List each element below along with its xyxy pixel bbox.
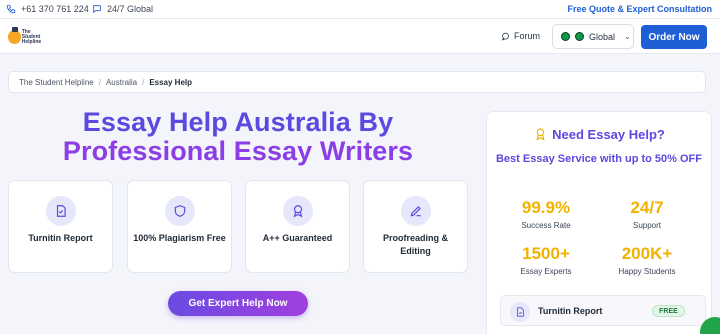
phone-icon bbox=[6, 4, 16, 14]
site-header: The Student Helpline Forum Global ⌄ Orde… bbox=[0, 19, 720, 54]
stat-experts: 1500+ Essay Experts bbox=[496, 244, 596, 276]
turnitin-report-row[interactable]: Turnitin Report FREE bbox=[500, 295, 706, 326]
region-selector[interactable]: Global ⌄ bbox=[552, 24, 634, 49]
site-logo[interactable]: The Student Helpline bbox=[8, 25, 48, 49]
feature-card-plagiarism: 100% Plagiarism Free bbox=[127, 180, 232, 273]
feature-label: Turnitin Report bbox=[28, 233, 93, 243]
support-info: 24/7 Global bbox=[92, 4, 153, 14]
chat-icon bbox=[93, 5, 101, 14]
document-check-icon bbox=[46, 196, 76, 226]
stat-success-rate: 99.9% Success Rate bbox=[496, 198, 596, 230]
stat-value: 200K+ bbox=[621, 244, 673, 263]
feature-label: A++ Guaranteed bbox=[262, 233, 333, 243]
award-icon bbox=[283, 196, 313, 226]
feature-card-guarantee: A++ Guaranteed bbox=[245, 180, 350, 273]
support-label: 24/7 Global bbox=[107, 4, 154, 14]
stat-label: Success Rate bbox=[521, 221, 571, 230]
document-icon bbox=[510, 302, 530, 322]
flag-icon bbox=[561, 32, 570, 41]
panel-heading: Need Essay Help? bbox=[487, 127, 713, 142]
feature-card-turnitin: Turnitin Report bbox=[8, 180, 113, 273]
logo-mark bbox=[8, 27, 21, 44]
stat-value: 24/7 bbox=[630, 198, 664, 217]
forum-link[interactable]: Forum bbox=[501, 31, 540, 41]
breadcrumb-home[interactable]: The Student Helpline bbox=[19, 78, 94, 87]
stat-value: 1500+ bbox=[522, 244, 570, 263]
order-now-button[interactable]: Order Now bbox=[641, 25, 707, 49]
phone-contact[interactable]: +61 370 761 224 bbox=[6, 4, 89, 14]
top-utility-bar: +61 370 761 224 24/7 Global Free Quote &… bbox=[0, 0, 720, 19]
stat-label: Support bbox=[632, 221, 662, 230]
globe-icon bbox=[575, 32, 584, 41]
get-expert-help-button[interactable]: Get Expert Help Now bbox=[168, 291, 308, 316]
stat-students: 200K+ Happy Students bbox=[597, 244, 697, 276]
pencil-icon bbox=[401, 196, 431, 226]
region-label: Global bbox=[589, 31, 616, 42]
feature-card-proofreading: Proofreading & Editing bbox=[363, 180, 468, 273]
free-badge: FREE bbox=[652, 305, 685, 317]
logo-text-line1: The Student bbox=[21, 28, 41, 40]
logo-text-line2: Helpline bbox=[21, 38, 42, 45]
panel-subheading: Best Essay Service with up to 50% OFF bbox=[495, 153, 702, 165]
award-icon bbox=[536, 128, 545, 141]
feature-label: 100% Plagiarism Free bbox=[133, 233, 226, 243]
breadcrumb-separator: / bbox=[142, 77, 145, 87]
stat-value: 99.9% bbox=[521, 198, 571, 217]
title-line-2: Professional Essay Writers bbox=[62, 136, 414, 166]
phone-number: +61 370 761 224 bbox=[21, 4, 89, 14]
stat-label: Happy Students bbox=[618, 267, 676, 276]
stat-label: Essay Experts bbox=[520, 267, 572, 276]
free-quote-link[interactable]: Free Quote & Expert Consultation bbox=[567, 4, 712, 14]
stat-support: 24/7 Support bbox=[597, 198, 697, 230]
panel-heading-text: Need Essay Help? bbox=[552, 127, 665, 142]
breadcrumb-separator: / bbox=[98, 77, 101, 87]
report-label: Turnitin Report bbox=[538, 306, 603, 316]
chevron-down-icon: ⌄ bbox=[624, 32, 631, 41]
page-title: Essay Help Australia By Professional Ess… bbox=[0, 108, 476, 166]
breadcrumb-australia[interactable]: Australia bbox=[106, 78, 137, 87]
forum-label: Forum bbox=[514, 31, 541, 41]
offer-panel: Need Essay Help? Best Essay Service with… bbox=[486, 111, 712, 334]
breadcrumb: The Student Helpline / Australia / Essay… bbox=[8, 71, 706, 93]
title-line-1: Essay Help Australia By bbox=[82, 107, 394, 137]
breadcrumb-current: Essay Help bbox=[149, 77, 193, 87]
shield-icon bbox=[165, 196, 195, 226]
feature-label: Proofreading & Editing bbox=[382, 233, 448, 256]
chat-bubble-icon bbox=[501, 32, 509, 41]
